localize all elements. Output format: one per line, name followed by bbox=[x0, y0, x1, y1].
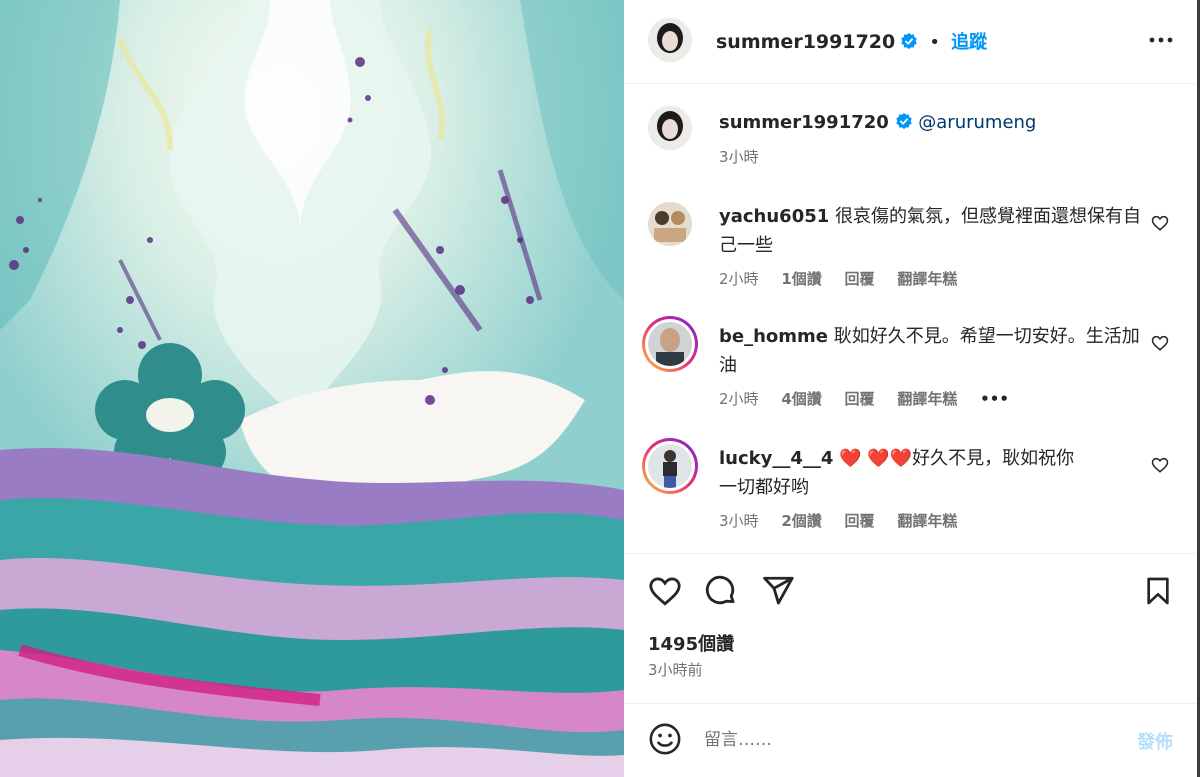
comment-avatar-story-ring[interactable] bbox=[642, 316, 698, 372]
comment-likes[interactable]: 2個讚 bbox=[781, 512, 821, 530]
caption-text: summer1991720 @arurumeng bbox=[719, 108, 1149, 137]
comment-text: lucky__4__4 ❤️ ❤️❤️好久不見，耿如祝你一切都好哟 bbox=[719, 444, 1089, 502]
instagram-post-window: summer1991720 • 追蹤 summer1991720 @arurum… bbox=[0, 0, 1200, 777]
bookmark-icon[interactable] bbox=[1142, 574, 1174, 608]
comment-meta: 2小時 4個讚 回覆 翻譯年糕 ••• bbox=[719, 388, 1027, 409]
comment-username[interactable]: lucky__4__4 bbox=[719, 448, 833, 469]
like-count[interactable]: 1495個讚 bbox=[648, 630, 734, 656]
author-avatar-image bbox=[648, 18, 692, 62]
post-image-painting[interactable] bbox=[0, 0, 624, 777]
caption-author-avatar-image bbox=[648, 106, 692, 150]
comment-meta: 2小時 1個讚 回覆 翻譯年糕 bbox=[719, 268, 975, 289]
comment-avatar-inner bbox=[645, 319, 695, 369]
comment-input[interactable] bbox=[704, 724, 1104, 756]
comment-avatar-story-ring[interactable] bbox=[642, 438, 698, 494]
comment-text: be_homme 耿如好久不見。希望一切安好。生活加油 bbox=[719, 322, 1149, 380]
reply-button[interactable]: 回覆 bbox=[845, 512, 875, 530]
comment-icon[interactable] bbox=[704, 574, 738, 608]
add-comment-bar: 發佈 bbox=[624, 704, 1197, 777]
comment-username[interactable]: yachu6051 bbox=[719, 206, 829, 227]
comment-username[interactable]: be_homme bbox=[719, 326, 828, 347]
caption-timestamp: 3小時 bbox=[719, 148, 759, 166]
comment-avatar-image bbox=[648, 202, 692, 246]
verified-badge-icon bbox=[895, 112, 912, 130]
comment-avatar-inner bbox=[645, 441, 695, 491]
comment-likes[interactable]: 1個讚 bbox=[781, 270, 821, 288]
post-header: summer1991720 • 追蹤 bbox=[624, 0, 1197, 84]
share-icon[interactable] bbox=[761, 574, 795, 608]
caption-mention-link[interactable]: @arurumeng bbox=[918, 112, 1036, 133]
comment-time: 2小時 bbox=[719, 270, 759, 288]
comment-avatar-image bbox=[648, 322, 692, 366]
comment-meta: 3小時 2個讚 回覆 翻譯年糕 bbox=[719, 510, 975, 531]
more-options-icon[interactable] bbox=[1147, 28, 1175, 52]
comment-avatar bbox=[648, 322, 692, 366]
reply-button[interactable]: 回覆 bbox=[845, 270, 875, 288]
comment-avatar-image bbox=[648, 444, 692, 488]
comment-time: 3小時 bbox=[719, 512, 759, 530]
comment-avatar[interactable] bbox=[648, 202, 692, 246]
emoji-icon[interactable] bbox=[648, 722, 682, 756]
comments-section: summer1991720 @arurumeng 3小時 yachu6051 很… bbox=[624, 84, 1197, 554]
caption-username[interactable]: summer1991720 bbox=[719, 112, 889, 133]
follow-button[interactable]: 追蹤 bbox=[951, 32, 987, 53]
reply-button[interactable]: 回覆 bbox=[845, 390, 875, 408]
comment-text: yachu6051 很哀傷的氣氛，但感覺裡面還想保有自己一些 bbox=[719, 202, 1149, 260]
verified-badge-icon bbox=[901, 32, 918, 50]
comment-like-heart-icon[interactable] bbox=[1151, 456, 1169, 474]
comment-like-heart-icon[interactable] bbox=[1151, 214, 1169, 232]
author-avatar[interactable] bbox=[648, 18, 692, 62]
post-actions: 1495個讚 3小時前 bbox=[624, 554, 1197, 704]
header-separator: • bbox=[929, 32, 941, 53]
post-timestamp: 3小時前 bbox=[648, 661, 703, 679]
post-details-panel: summer1991720 • 追蹤 summer1991720 @arurum… bbox=[624, 0, 1197, 777]
translate-button[interactable]: 翻譯年糕 bbox=[897, 512, 957, 530]
comment-likes[interactable]: 4個讚 bbox=[781, 390, 821, 408]
comment-more-icon[interactable]: ••• bbox=[980, 390, 1009, 408]
comment-like-heart-icon[interactable] bbox=[1151, 334, 1169, 352]
painting-artwork bbox=[0, 0, 624, 777]
caption-author-avatar[interactable] bbox=[648, 106, 692, 150]
header-author-line: summer1991720 • 追蹤 bbox=[716, 28, 987, 54]
header-username[interactable]: summer1991720 bbox=[716, 31, 895, 53]
heart-icon[interactable] bbox=[648, 574, 682, 608]
comment-time: 2小時 bbox=[719, 390, 759, 408]
comment-avatar bbox=[648, 444, 692, 488]
translate-button[interactable]: 翻譯年糕 bbox=[897, 270, 957, 288]
post-comment-button[interactable]: 發佈 bbox=[1137, 728, 1173, 754]
translate-button[interactable]: 翻譯年糕 bbox=[897, 390, 957, 408]
caption-time: 3小時 bbox=[719, 146, 777, 167]
